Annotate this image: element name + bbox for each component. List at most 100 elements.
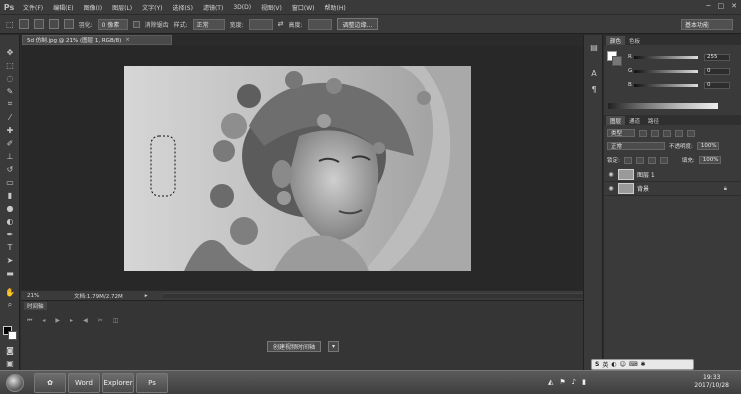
visibility-eye-icon[interactable]: ◉ [604,171,618,178]
tab-paths[interactable]: 路径 [644,116,663,125]
blue-channel-slider[interactable] [634,83,698,87]
transition-icon[interactable]: ◫ [113,317,119,325]
green-channel-slider[interactable] [634,69,698,73]
tab-timeline[interactable]: 时间轴 [24,302,47,310]
menu-filter[interactable]: 滤镜(T) [198,3,228,12]
character-panel-icon[interactable]: A [588,67,600,79]
layer-kind-select[interactable]: 类型 [607,129,635,137]
lock-transparent-icon[interactable] [623,156,632,164]
tray-network-icon[interactable]: ◭ [548,378,553,386]
filter-smart-icon[interactable] [687,129,695,137]
filter-pixel-icon[interactable] [639,129,647,137]
opacity-input[interactable]: 100% [696,142,719,150]
menu-edit[interactable]: 编辑(E) [48,3,78,12]
intersect-selection-icon[interactable] [63,19,74,29]
taskbar-app-explorer[interactable]: Explorer [102,373,134,393]
maximize-icon[interactable]: □ [718,2,725,10]
tray-flag-icon[interactable]: ⚑ [559,378,565,386]
prev-frame-icon[interactable]: ◂ [42,317,45,325]
brush-tool-icon[interactable]: ✐ [4,138,16,148]
zoom-tool-icon[interactable]: ⌕ [4,300,16,310]
menu-file[interactable]: 文件(F) [18,3,48,12]
play-icon[interactable]: ▶ [55,317,60,325]
gradient-tool-icon[interactable]: ▮ [4,190,16,200]
layer-row[interactable]: ◉ 图层 1 [604,168,741,182]
canvas-area[interactable] [21,46,583,290]
red-channel-slider[interactable] [634,55,698,59]
tab-swatches[interactable]: 色板 [625,36,644,45]
ime-punct-icon[interactable]: ◐ [611,361,616,368]
new-selection-icon[interactable] [18,19,29,29]
tray-volume-icon[interactable]: ♪ [572,378,576,386]
taskbar-app-word[interactable]: Word [68,373,100,393]
lock-all-icon[interactable] [659,156,668,164]
marquee-tool-icon[interactable]: ⬚ [4,60,16,70]
zoom-level[interactable]: 21% [21,293,41,299]
menu-window[interactable]: 窗口(W) [287,3,320,12]
move-tool-icon[interactable]: ✥ [4,47,16,57]
paragraph-panel-icon[interactable]: ¶ [588,83,600,95]
tab-channels[interactable]: 通道 [625,116,644,125]
history-panel-icon[interactable]: ▤ [588,41,600,53]
timeline-dropdown-chevron-icon[interactable]: ▾ [328,341,339,352]
tab-layers[interactable]: 图层 [606,116,626,125]
crop-tool-icon[interactable]: ⌗ [4,99,16,109]
pen-tool-icon[interactable]: ✒ [4,229,16,239]
workspace-select[interactable]: 基本功能 [681,19,733,30]
path-select-tool-icon[interactable]: ➤ [4,255,16,265]
menu-layer[interactable]: 图层(L) [107,3,137,12]
horizontal-scrollbar[interactable] [163,293,583,298]
eraser-tool-icon[interactable]: ▭ [4,177,16,187]
ime-mode-icon[interactable]: ☺ [620,361,626,368]
marquee-tool-icon[interactable]: ⬚ [6,20,14,29]
fill-input[interactable]: 100% [698,156,721,164]
green-channel-input[interactable]: 0 [704,67,730,75]
tab-color[interactable]: 颜色 [606,36,626,45]
menu-type[interactable]: 文字(Y) [137,3,167,12]
layer-row[interactable]: ◉ 背景 🔒︎ [604,182,741,196]
eyedropper-tool-icon[interactable]: ⁄ [4,112,16,122]
dodge-tool-icon[interactable]: ◐ [4,216,16,226]
panel-background-swatch[interactable] [612,56,622,66]
ime-language[interactable]: 英 [602,360,608,369]
quick-mask-icon[interactable]: ◙ [4,345,16,355]
swap-icon[interactable]: ⇄ [278,20,284,28]
filter-adjust-icon[interactable] [651,129,659,137]
split-icon[interactable]: ✂ [98,317,103,325]
feather-input[interactable]: 0 像素 [97,18,128,30]
next-frame-icon[interactable]: ▸ [70,317,73,325]
refine-edge-button[interactable]: 调整边缘... [336,18,379,30]
create-video-timeline-button[interactable]: 创建视频时间轴 [267,341,322,352]
first-frame-icon[interactable]: ⏮ [27,317,32,325]
minimize-icon[interactable]: ─ [706,2,710,10]
menu-image[interactable]: 图像(I) [79,3,107,12]
red-channel-input[interactable]: 255 [704,53,730,61]
lasso-tool-icon[interactable]: ◌ [4,73,16,83]
menu-3d[interactable]: 3D(D) [228,4,256,11]
type-tool-icon[interactable]: T [4,242,16,252]
blur-tool-icon[interactable]: ● [4,203,16,213]
close-icon[interactable]: ✕ [731,2,737,10]
hand-tool-icon[interactable]: ✋ [4,287,16,297]
filter-shape-icon[interactable] [675,129,683,137]
ime-settings-icon[interactable]: ✱ [641,361,646,368]
document-tab[interactable]: 5d 仿制.jpg @ 21% (图层 1, RGB/8) × [22,35,172,45]
taskbar-clock[interactable]: 19:33 2017/10/28 [694,374,729,390]
document-image[interactable] [124,66,471,271]
document-info[interactable]: 文档:1.79M/2.72M [74,292,123,300]
blend-mode-select[interactable]: 正常 [607,142,665,150]
add-selection-icon[interactable] [33,19,44,29]
taskbar-app-photoshop[interactable]: Ps [136,373,168,393]
status-menu-arrow-icon[interactable]: ▸ [145,293,148,299]
blue-channel-input[interactable]: 0 [704,81,730,89]
start-button[interactable] [6,374,24,392]
background-color-swatch[interactable] [8,331,17,340]
tray-power-icon[interactable]: ▮ [582,378,586,386]
healing-tool-icon[interactable]: ✚ [4,125,16,135]
clone-stamp-tool-icon[interactable]: ⊥ [4,151,16,161]
history-brush-tool-icon[interactable]: ↺ [4,164,16,174]
close-tab-icon[interactable]: × [125,37,130,43]
color-spectrum[interactable] [608,103,718,109]
quick-select-tool-icon[interactable]: ✎ [4,86,16,96]
ime-toolbar[interactable]: S 英 ◐ ☺ ⌨ ✱ [591,359,694,370]
